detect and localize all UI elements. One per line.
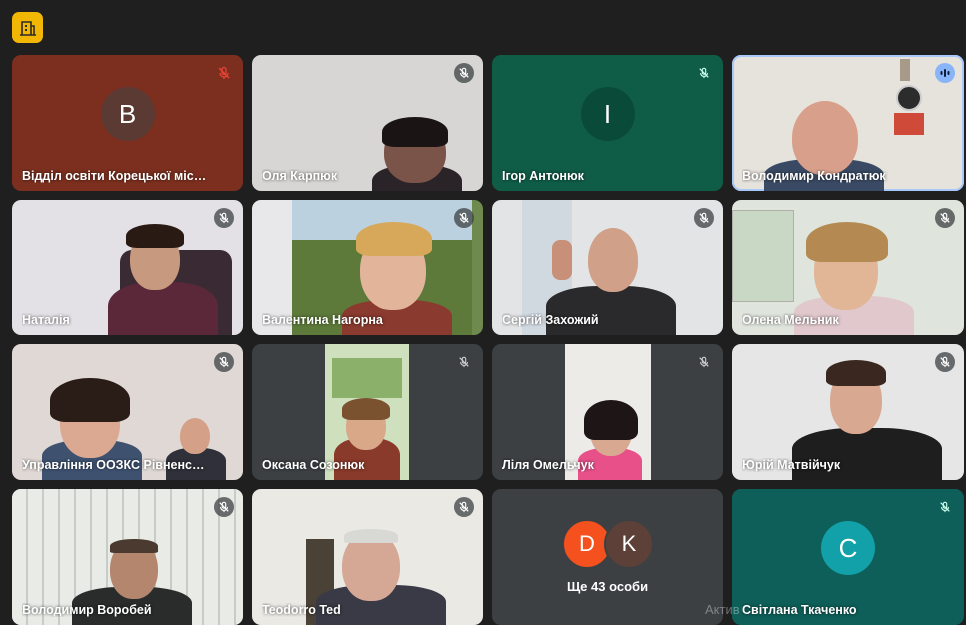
activation-watermark: Актив: [705, 602, 740, 617]
meet-building-icon[interactable]: [12, 12, 43, 43]
mic-muted-icon: [454, 208, 474, 228]
mic-muted-icon: [214, 497, 234, 517]
top-bar: [0, 0, 966, 52]
participant-tile[interactable]: Наталія: [12, 200, 243, 335]
mic-muted-icon: [694, 208, 714, 228]
participant-tile[interactable]: Оксана Созонюк: [252, 344, 483, 480]
mic-muted-icon: [214, 208, 234, 228]
participant-name: Сергій Захожий: [502, 313, 599, 327]
more-participants-label: Ще 43 особи: [566, 579, 649, 594]
participant-tile[interactable]: Teodorro Ted: [252, 489, 483, 625]
avatar: I: [580, 87, 635, 141]
participant-grid: B Відділ освіти Корецької міської р... О…: [12, 55, 964, 625]
participant-name: Володимир Кондратюк: [742, 169, 886, 183]
participant-tile[interactable]: Валентина Нагорна: [252, 200, 483, 335]
participant-tile[interactable]: Оля Карпюк: [252, 55, 483, 191]
more-avatars: D K: [562, 519, 662, 569]
avatar: K: [604, 519, 654, 569]
participant-name: Оля Карпюк: [262, 169, 338, 183]
participant-name: Оксана Созонюк: [262, 458, 365, 472]
mic-muted-icon: [935, 352, 955, 372]
mic-muted-icon: [214, 352, 234, 372]
participant-name: Володимир Воробей: [22, 603, 152, 617]
participant-tile[interactable]: Олена Мельник: [732, 200, 964, 335]
speaking-indicator-icon: [935, 63, 955, 83]
participant-tile[interactable]: I Ігор Антонюк: [492, 55, 723, 191]
participant-name: Teodorro Ted: [262, 603, 341, 617]
participant-tile[interactable]: B Відділ освіти Корецької міської р...: [12, 55, 243, 191]
participant-tile[interactable]: Сергій Захожий: [492, 200, 723, 335]
participant-name: Світлана Ткаченко: [742, 603, 857, 617]
more-participants-tile[interactable]: D K Ще 43 особи: [492, 489, 723, 625]
participant-name: Управління ООЗКС Рівненської Р...: [22, 458, 207, 472]
mic-muted-icon: [935, 497, 955, 517]
participant-tile[interactable]: Ліля Омельчук: [492, 344, 723, 480]
mic-muted-icon: [454, 63, 474, 83]
participant-name: Юрій Матвійчук: [742, 458, 841, 472]
participant-name: Наталія: [22, 313, 70, 327]
participant-tile[interactable]: Володимир Воробей: [12, 489, 243, 625]
participant-tile[interactable]: C Світлана Ткаченко: [732, 489, 964, 625]
mic-muted-icon: [214, 63, 234, 83]
mic-muted-icon: [454, 352, 474, 372]
participant-tile[interactable]: Управління ООЗКС Рівненської Р...: [12, 344, 243, 480]
participant-name: Олена Мельник: [742, 313, 839, 327]
participant-name: Ліля Омельчук: [502, 458, 594, 472]
mic-muted-icon: [694, 352, 714, 372]
participant-name: Валентина Нагорна: [262, 313, 383, 327]
participant-tile[interactable]: Володимир Кондратюк: [732, 55, 964, 191]
avatar: B: [100, 87, 155, 141]
mic-muted-icon: [694, 63, 714, 83]
participant-tile[interactable]: Юрій Матвійчук: [732, 344, 964, 480]
mic-muted-icon: [454, 497, 474, 517]
mic-muted-icon: [935, 208, 955, 228]
participant-name: Ігор Антонюк: [502, 169, 584, 183]
avatar: C: [821, 521, 875, 575]
participant-name: Відділ освіти Корецької міської р...: [22, 169, 207, 183]
